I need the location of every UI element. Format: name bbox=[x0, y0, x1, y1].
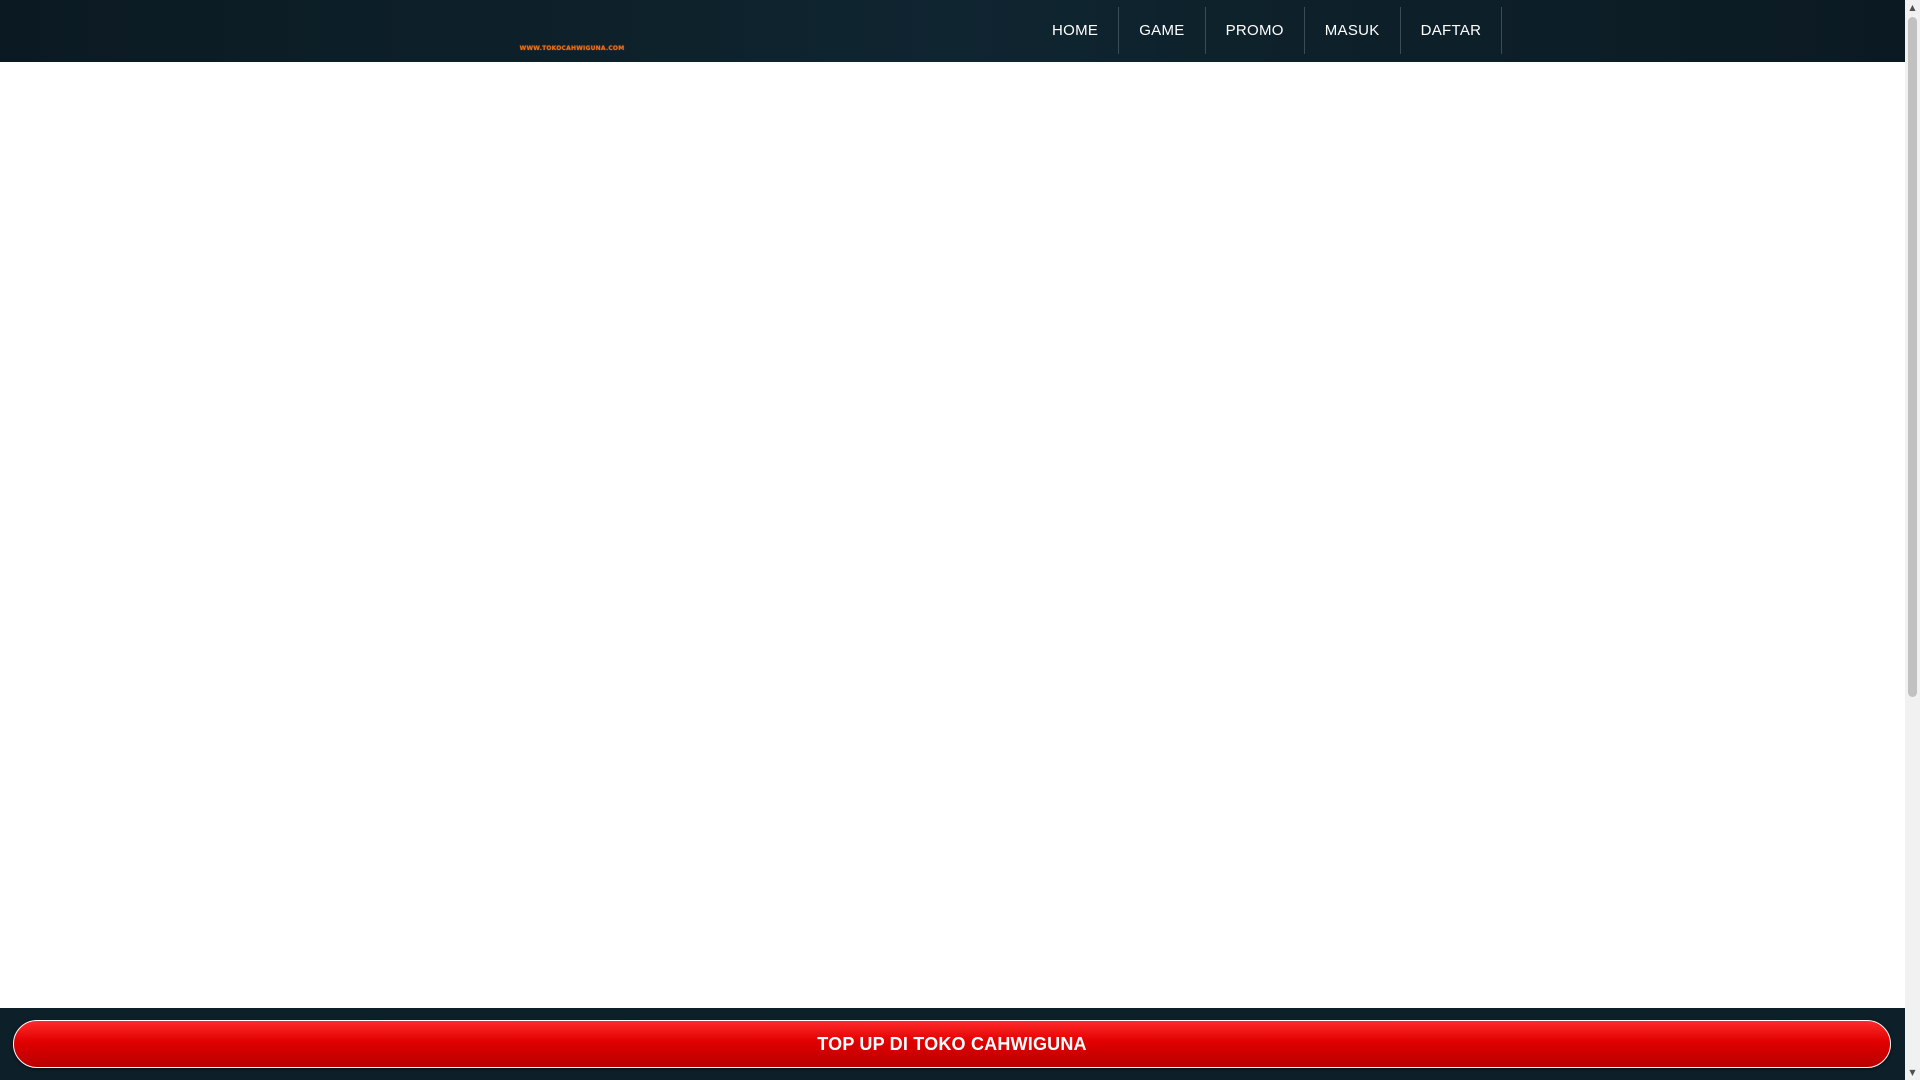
bottom-cta-bar: TOP UP DI TOKO CAHWIGUNA bbox=[0, 1008, 1905, 1080]
scroll-thumb[interactable] bbox=[1908, 17, 1917, 697]
site-header: WWW.TOKOCAHWIGUNA.COM HOME GAME PROMO MA… bbox=[0, 0, 1905, 62]
nav-promo[interactable]: PROMO bbox=[1206, 7, 1305, 54]
scroll-up-arrow-icon[interactable]: ▲ bbox=[1905, 0, 1920, 15]
main-nav: HOME GAME PROMO MASUK DAFTAR bbox=[1032, 7, 1503, 54]
site-logo[interactable]: WWW.TOKOCAHWIGUNA.COM bbox=[519, 45, 625, 52]
vertical-scrollbar[interactable]: ▲ ▼ bbox=[1905, 0, 1920, 1080]
scroll-down-arrow-icon[interactable]: ▼ bbox=[1905, 1065, 1920, 1080]
nav-masuk[interactable]: MASUK bbox=[1305, 7, 1401, 54]
nav-home[interactable]: HOME bbox=[1032, 7, 1120, 54]
top-up-button[interactable]: TOP UP DI TOKO CAHWIGUNA bbox=[13, 1020, 1891, 1068]
nav-daftar[interactable]: DAFTAR bbox=[1401, 7, 1503, 54]
main-content: WWW.TOKOCAHWIGUNA.COM HOME GAME PROMO MA… bbox=[0, 0, 1905, 1080]
nav-game[interactable]: GAME bbox=[1119, 7, 1206, 54]
page: WWW.TOKOCAHWIGUNA.COM HOME GAME PROMO MA… bbox=[0, 0, 1920, 1080]
logo-text: WWW.TOKOCAHWIGUNA.COM bbox=[519, 45, 625, 52]
